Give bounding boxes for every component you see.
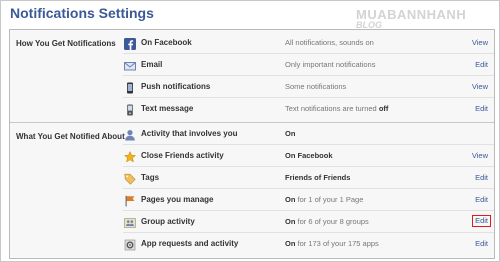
section-how-you-get: How You Get Notifications On Facebook Al… [10, 30, 494, 122]
settings-row-push-notifications[interactable]: Push notifications Some notifications Vi… [123, 76, 494, 98]
edit-link[interactable]: Edit [475, 104, 488, 113]
row-status: Friends of Friends [285, 173, 351, 182]
settings-row-email[interactable]: Email Only important notifications Edit [123, 54, 494, 76]
section-label: What You Get Notified About [16, 132, 125, 141]
page-title: Notifications Settings [10, 5, 154, 21]
row-status: On [285, 129, 296, 138]
row-status: On Facebook [285, 151, 333, 160]
group-icon [124, 216, 136, 228]
row-status: On for 6 of your 8 groups [285, 217, 369, 226]
watermark-logo: MUABANNHANH BLOG [356, 7, 466, 30]
settings-row-text-message[interactable]: Text message Text notifications are turn… [123, 98, 494, 120]
row-label: Push notifications [141, 82, 211, 91]
star-icon [123, 150, 137, 163]
row-label: Group activity [141, 217, 195, 226]
view-link[interactable]: View [472, 151, 488, 160]
email-icon [124, 59, 136, 71]
row-status: All notifications, sounds on [285, 38, 374, 47]
settings-row-pages[interactable]: Pages you manage On for 1 of your 1 Page… [123, 189, 494, 211]
edit-link[interactable]: Edit [475, 239, 488, 248]
row-label: Close Friends activity [141, 151, 224, 160]
view-link[interactable]: View [472, 38, 488, 47]
section-label: How You Get Notifications [16, 39, 116, 48]
section-what-you-get: What You Get Notified About Activity tha… [10, 123, 494, 258]
tag-icon [124, 172, 136, 185]
row-label: On Facebook [141, 38, 192, 47]
edit-link[interactable]: Edit [475, 60, 488, 69]
settings-table: How You Get Notifications On Facebook Al… [9, 29, 495, 259]
view-link[interactable]: View [472, 82, 488, 91]
row-label: Pages you manage [141, 195, 214, 204]
settings-row-app-requests[interactable]: App requests and activity On for 173 of … [123, 233, 494, 255]
edit-link-highlighted[interactable]: Edit [472, 215, 491, 227]
flag-icon [124, 194, 136, 207]
notifications-settings-window: Notifications Settings MUABANNHANH BLOG … [0, 0, 500, 262]
row-label: Tags [141, 173, 160, 182]
row-status: On for 1 of your 1 Page [285, 195, 364, 204]
row-label: Text message [141, 104, 194, 113]
settings-row-group-activity[interactable]: Group activity On for 6 of your 8 groups… [123, 211, 494, 233]
row-label: Email [141, 60, 163, 69]
facebook-icon [124, 37, 136, 50]
row-status: Some notifications [285, 82, 347, 91]
edit-link[interactable]: Edit [475, 195, 488, 204]
apps-icon [124, 238, 136, 251]
mobile-icon [124, 103, 136, 116]
row-status: Only important notifications [285, 60, 376, 69]
settings-row-tags[interactable]: Tags Friends of Friends Edit [123, 167, 494, 189]
edit-link[interactable]: Edit [475, 173, 488, 182]
row-status: Text notifications are turned off [285, 104, 389, 113]
person-icon [124, 128, 136, 141]
settings-row-on-facebook[interactable]: On Facebook All notifications, sounds on… [123, 32, 494, 54]
row-label: App requests and activity [141, 239, 239, 248]
settings-row-close-friends[interactable]: Close Friends activity On Facebook View [123, 145, 494, 167]
row-status: On for 173 of your 175 apps [285, 239, 379, 248]
settings-row-activity-involves-you[interactable]: Activity that involves you On [123, 123, 494, 145]
row-label: Activity that involves you [141, 129, 238, 138]
phone-icon [124, 81, 136, 94]
